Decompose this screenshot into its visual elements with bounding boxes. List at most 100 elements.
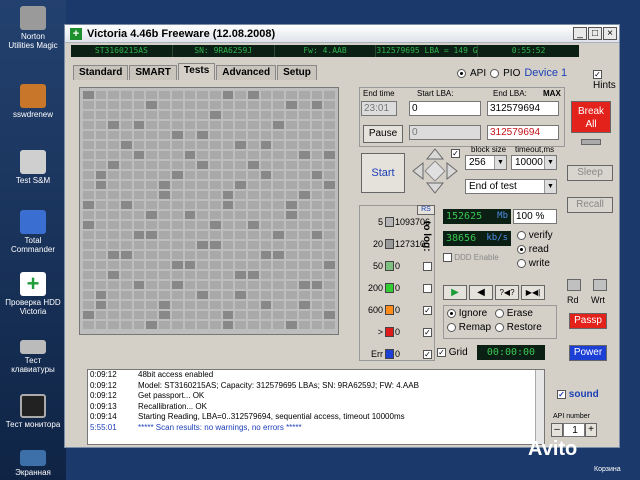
verify-option[interactable]: verify (517, 229, 553, 243)
remap-option[interactable]: Remap (447, 321, 491, 335)
restore-option[interactable]: Restore (495, 321, 542, 335)
sound-option[interactable]: ✓ sound (557, 389, 599, 400)
api-number-field[interactable]: 1 (563, 423, 585, 437)
scan-cell (209, 121, 221, 129)
hints-checkbox[interactable]: ✓ (593, 69, 602, 79)
api-plus-button[interactable]: + (585, 423, 597, 437)
ddd-checkbox[interactable] (443, 253, 452, 263)
pio-radio[interactable] (490, 68, 500, 78)
ddd-enable-option[interactable]: DDD Enable (443, 253, 499, 263)
rewind-button[interactable]: ◀ (469, 285, 493, 300)
desktop-icon-norton[interactable]: Norton Utilities Magic (0, 6, 66, 50)
read-label: read (528, 244, 549, 255)
tab-tests[interactable]: Tests (177, 63, 216, 80)
read-radio[interactable] (517, 244, 526, 254)
recall-button[interactable]: Recall (567, 197, 613, 213)
sleep-button[interactable]: Sleep (567, 165, 613, 181)
desktop-icon-screen[interactable]: Экранная (0, 450, 66, 477)
drive-info-bar: ST3160215AS SN: 9RA6259J Fw: 4.AAB 31257… (71, 45, 579, 57)
power-button[interactable]: Power (569, 345, 607, 361)
ignore-option[interactable]: Ignore (447, 307, 491, 321)
pause-button[interactable]: Pause (363, 125, 403, 143)
rd-indicator (567, 279, 581, 291)
scan-cell (286, 281, 297, 289)
users-icon (20, 84, 46, 108)
tab-standard[interactable]: Standard (73, 65, 129, 80)
log-block-checkbox[interactable]: ✓ (423, 328, 432, 337)
seek-button[interactable]: ?◀? (495, 285, 519, 300)
scan-cell (222, 241, 234, 249)
end-time-field[interactable]: 23:01 (361, 101, 397, 116)
break-all-button[interactable]: Break All (571, 101, 611, 133)
reset-stats-button[interactable]: RS (417, 205, 435, 215)
scan-cell (95, 241, 107, 249)
hints-toggle[interactable]: ✓ Hints (593, 69, 619, 91)
desktop-icon-keyboard-test[interactable]: Тест клавиатуры (0, 340, 66, 374)
event-log[interactable]: 0:09:12 48bit access enabled 0:09:12 Model:… (87, 369, 545, 445)
maximize-button[interactable]: □ (588, 27, 602, 40)
close-button[interactable]: × (603, 27, 617, 40)
timeout-select[interactable]: 10000 ▼ (511, 155, 557, 170)
read-option[interactable]: read (517, 243, 553, 257)
verify-radio[interactable] (517, 230, 526, 240)
tab-smart[interactable]: SMART (129, 65, 177, 80)
start-lba-field[interactable]: 0 (409, 101, 481, 116)
block-size-select[interactable]: 256 ▼ (465, 155, 507, 170)
tab-advanced[interactable]: Advanced (216, 65, 277, 80)
passp-button[interactable]: Passp (569, 313, 607, 329)
log-scrollbar[interactable] (535, 370, 544, 444)
scan-cell (83, 231, 94, 239)
log-block-checkbox[interactable] (423, 284, 432, 293)
desktop-icon-sswdrenew[interactable]: sswdrenew (0, 84, 66, 119)
scan-cell (95, 181, 107, 189)
log-block-checkbox[interactable]: ✓ (423, 350, 432, 359)
scan-cell (260, 311, 272, 319)
desktop-icon-total-commander[interactable]: Total Commander (0, 210, 66, 254)
scan-cell (184, 231, 196, 239)
api-minus-button[interactable]: – (551, 423, 563, 437)
restore-radio[interactable] (495, 322, 504, 332)
scan-cell (298, 221, 310, 229)
minimize-button[interactable]: _ (573, 27, 587, 40)
grid-option[interactable]: ✓ Grid (437, 347, 468, 358)
end-lba-field-2[interactable]: 312579694 (487, 125, 559, 140)
start-button[interactable]: Start (361, 153, 405, 193)
scan-cell (235, 91, 247, 99)
desktop-icon-test-sm[interactable]: Test S&M (0, 150, 66, 185)
scan-cell (171, 291, 183, 299)
grid-checkbox[interactable]: ✓ (437, 347, 446, 357)
scan-cell (83, 131, 94, 139)
sound-checkbox[interactable]: ✓ (557, 389, 566, 399)
scan-cell (311, 251, 323, 259)
scan-cell (146, 221, 158, 229)
log-block-checkbox[interactable]: ✓ (423, 306, 432, 315)
max-button[interactable]: MAX (543, 89, 561, 98)
log-block-checkbox[interactable] (423, 262, 432, 271)
end-of-test-select[interactable]: End of test ▼ (465, 179, 557, 194)
end-button[interactable]: ▶◀| (521, 285, 545, 300)
play-button[interactable]: ▶ (443, 285, 467, 300)
scan-cell (171, 321, 183, 329)
scan-cell (298, 291, 310, 299)
scan-cell (248, 261, 259, 269)
scan-cell (209, 171, 221, 179)
api-radio[interactable] (457, 68, 466, 78)
pad-checkbox[interactable]: ✓ (451, 149, 460, 158)
scan-cell (184, 101, 196, 109)
desktop-icon-monitor-test[interactable]: Тест монитора (0, 394, 66, 429)
scan-cell (222, 311, 234, 319)
write-option[interactable]: write (517, 257, 553, 271)
end-lba-field[interactable]: 312579694 (487, 101, 559, 116)
remap-radio[interactable] (447, 322, 456, 332)
scan-cell (286, 241, 297, 249)
tab-setup[interactable]: Setup (277, 65, 317, 80)
scan-cell (121, 181, 132, 189)
end-time-label: End time (363, 89, 395, 98)
scan-cell (197, 111, 208, 119)
write-radio[interactable] (517, 258, 526, 268)
erase-option[interactable]: Erase (495, 307, 542, 321)
desktop-icon-victoria[interactable]: + Проверка HDD Victoria (0, 272, 66, 317)
scan-cell (108, 131, 120, 139)
erase-radio[interactable] (495, 308, 504, 318)
ignore-radio[interactable] (447, 308, 456, 318)
